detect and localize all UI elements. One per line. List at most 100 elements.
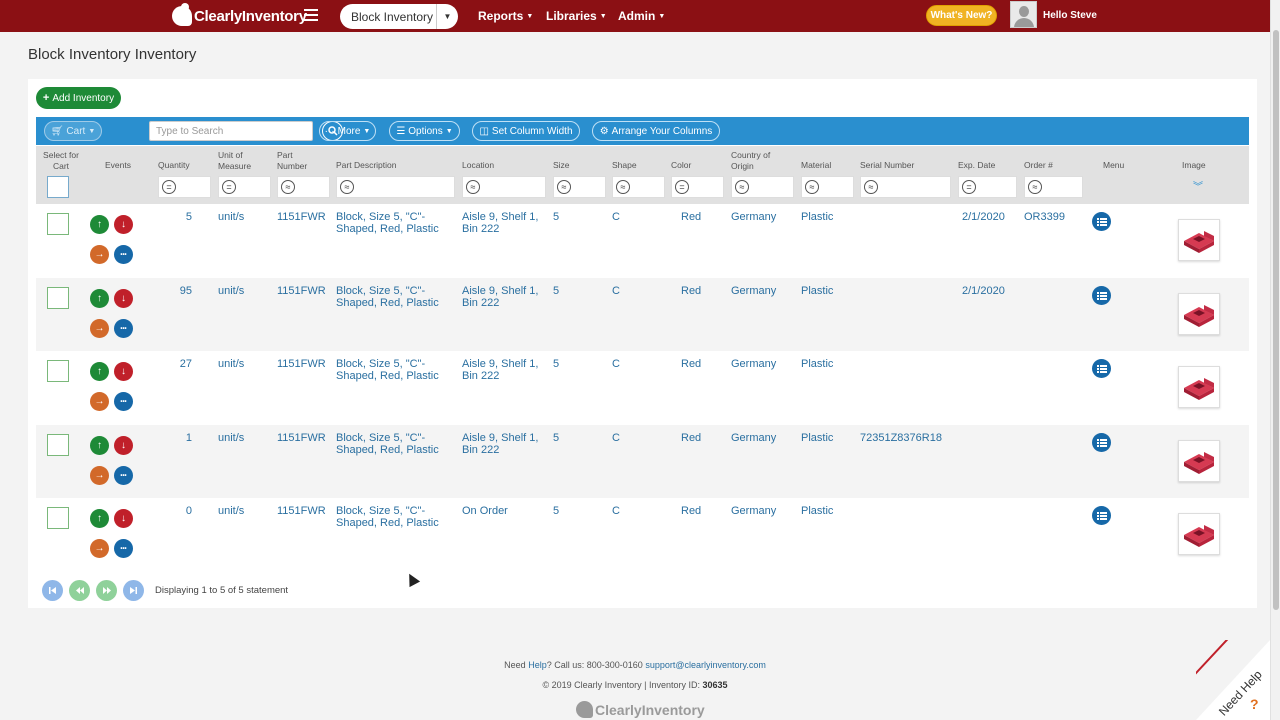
cell-order-number[interactable]: OR3399 xyxy=(1024,211,1065,223)
approx-icon[interactable]: ≈ xyxy=(864,180,878,194)
cell-part-number[interactable]: 1151FWR xyxy=(277,211,326,223)
approx-icon[interactable]: ≈ xyxy=(466,180,480,194)
brand-logo[interactable]: ClearlyInventory xyxy=(172,3,307,27)
cell-material[interactable]: Plastic xyxy=(801,285,833,297)
cell-size[interactable]: 5 xyxy=(553,285,559,297)
move-event-button[interactable]: → xyxy=(90,466,109,485)
first-page-button[interactable] xyxy=(42,580,63,601)
equals-icon[interactable]: = xyxy=(222,180,236,194)
cell-part-number[interactable]: 1151FWR xyxy=(277,505,326,517)
select-all-checkbox[interactable] xyxy=(47,176,69,198)
cell-location[interactable]: Aisle 9, Shelf 1, Bin 222 xyxy=(462,285,554,309)
item-image-thumbnail[interactable] xyxy=(1178,219,1220,261)
row-menu-button[interactable] xyxy=(1092,212,1111,231)
column-header-color[interactable]: Color xyxy=(671,160,691,171)
need-help-widget[interactable]: Need Help ? xyxy=(1196,640,1270,720)
column-header-location[interactable]: Location xyxy=(462,160,494,171)
more-events-button[interactable]: ••• xyxy=(114,539,133,558)
cell-description[interactable]: Block, Size 5, "C"-Shaped, Red, Plastic xyxy=(336,211,454,235)
filter-quantity[interactable]: = xyxy=(158,176,211,198)
table-row[interactable]: ↑ ↓ → ••• 95 unit/s 1151FWR Block, Size 5, "C"-… xyxy=(36,278,1249,351)
cell-origin[interactable]: Germany xyxy=(731,211,776,223)
cell-quantity[interactable]: 27 xyxy=(158,358,192,370)
cell-uom[interactable]: unit/s xyxy=(218,432,244,444)
support-email-link[interactable]: support@clearlyinventory.com xyxy=(645,660,766,670)
cell-color[interactable]: Red xyxy=(681,505,701,517)
cell-location[interactable]: On Order xyxy=(462,505,554,517)
filter-material[interactable]: ≈ xyxy=(801,176,854,198)
move-event-button[interactable]: → xyxy=(90,392,109,411)
filter-order[interactable]: ≈ xyxy=(1024,176,1083,198)
select-for-cart-checkbox[interactable] xyxy=(47,507,69,529)
item-image-thumbnail[interactable] xyxy=(1178,293,1220,335)
row-menu-button[interactable] xyxy=(1092,506,1111,525)
filter-location[interactable]: ≈ xyxy=(462,176,546,198)
cell-origin[interactable]: Germany xyxy=(731,432,776,444)
equals-icon[interactable]: = xyxy=(962,180,976,194)
cell-description[interactable]: Block, Size 5, "C"-Shaped, Red, Plastic xyxy=(336,285,454,309)
column-header-origin[interactable]: Country of Origin xyxy=(731,150,779,172)
receive-event-button[interactable]: ↑ xyxy=(90,215,109,234)
column-header-quantity[interactable]: Quantity xyxy=(158,160,190,171)
cell-description[interactable]: Block, Size 5, "C"-Shaped, Red, Plastic xyxy=(336,358,454,382)
nav-menu-admin[interactable]: Admin ▼ xyxy=(618,9,665,23)
cell-part-number[interactable]: 1151FWR xyxy=(277,285,326,297)
next-page-button[interactable] xyxy=(96,580,117,601)
cell-origin[interactable]: Germany xyxy=(731,505,776,517)
approx-icon[interactable]: ≈ xyxy=(735,180,749,194)
receive-event-button[interactable]: ↑ xyxy=(90,509,109,528)
cell-size[interactable]: 5 xyxy=(553,358,559,370)
column-header-uom[interactable]: Unit of Measure xyxy=(218,150,262,172)
remove-event-button[interactable]: ↓ xyxy=(114,215,133,234)
more-button[interactable]: ··· More ▼ xyxy=(319,121,376,141)
remove-event-button[interactable]: ↓ xyxy=(114,362,133,381)
chevron-down-icon[interactable]: ︾ xyxy=(1193,178,1203,193)
move-event-button[interactable]: → xyxy=(90,319,109,338)
remove-event-button[interactable]: ↓ xyxy=(114,509,133,528)
remove-event-button[interactable]: ↓ xyxy=(114,289,133,308)
cell-quantity[interactable]: 95 xyxy=(158,285,192,297)
cell-size[interactable]: 5 xyxy=(553,211,559,223)
filter-description[interactable]: ≈ xyxy=(336,176,455,198)
cell-serial-number[interactable]: 72351Z8376R18 xyxy=(860,432,942,444)
cell-material[interactable]: Plastic xyxy=(801,432,833,444)
approx-icon[interactable]: ≈ xyxy=(557,180,571,194)
avatar[interactable] xyxy=(1010,1,1037,28)
row-menu-button[interactable] xyxy=(1092,433,1111,452)
cell-size[interactable]: 5 xyxy=(553,432,559,444)
receive-event-button[interactable]: ↑ xyxy=(90,362,109,381)
user-greeting[interactable]: Hello Steve xyxy=(1043,10,1097,21)
approx-icon[interactable]: ≈ xyxy=(281,180,295,194)
help-link[interactable]: Help xyxy=(528,660,547,670)
last-page-button[interactable] xyxy=(123,580,144,601)
hamburger-menu-icon[interactable] xyxy=(304,9,318,21)
approx-icon[interactable]: ≈ xyxy=(805,180,819,194)
move-event-button[interactable]: → xyxy=(90,539,109,558)
nav-menu-reports[interactable]: Reports ▼ xyxy=(478,9,533,23)
cell-origin[interactable]: Germany xyxy=(731,358,776,370)
filter-uom[interactable]: = xyxy=(218,176,271,198)
select-for-cart-checkbox[interactable] xyxy=(47,287,69,309)
cell-description[interactable]: Block, Size 5, "C"-Shaped, Red, Plastic xyxy=(336,432,454,456)
filter-color[interactable]: = xyxy=(671,176,724,198)
cell-location[interactable]: Aisle 9, Shelf 1, Bin 222 xyxy=(462,432,554,456)
approx-icon[interactable]: ≈ xyxy=(616,180,630,194)
column-header-description[interactable]: Part Description xyxy=(336,160,396,171)
vertical-scrollbar[interactable] xyxy=(1270,0,1280,720)
add-inventory-button[interactable]: + Add Inventory xyxy=(36,87,121,109)
cell-shape[interactable]: C xyxy=(612,505,620,517)
row-menu-button[interactable] xyxy=(1092,359,1111,378)
item-image-thumbnail[interactable] xyxy=(1178,513,1220,555)
cell-exp-date[interactable]: 2/1/2020 xyxy=(962,211,1005,223)
cell-color[interactable]: Red xyxy=(681,211,701,223)
item-image-thumbnail[interactable] xyxy=(1178,440,1220,482)
table-row[interactable]: ↑ ↓ → ••• 1 unit/s 1151FWR Block, Size 5, "C"-S… xyxy=(36,425,1249,498)
column-header-exp-date[interactable]: Exp. Date xyxy=(958,160,995,171)
cell-shape[interactable]: C xyxy=(612,358,620,370)
table-row[interactable]: ↑ ↓ → ••• 0 unit/s 1151FWR Block, Size 5, "C"-S… xyxy=(36,498,1249,571)
item-image-thumbnail[interactable] xyxy=(1178,366,1220,408)
table-row[interactable]: ↑ ↓ → ••• 5 unit/s 1151FWR Block, Size 5, "C"-S… xyxy=(36,204,1249,277)
cell-shape[interactable]: C xyxy=(612,285,620,297)
column-header-serial[interactable]: Serial Number xyxy=(860,160,914,171)
cell-uom[interactable]: unit/s xyxy=(218,285,244,297)
